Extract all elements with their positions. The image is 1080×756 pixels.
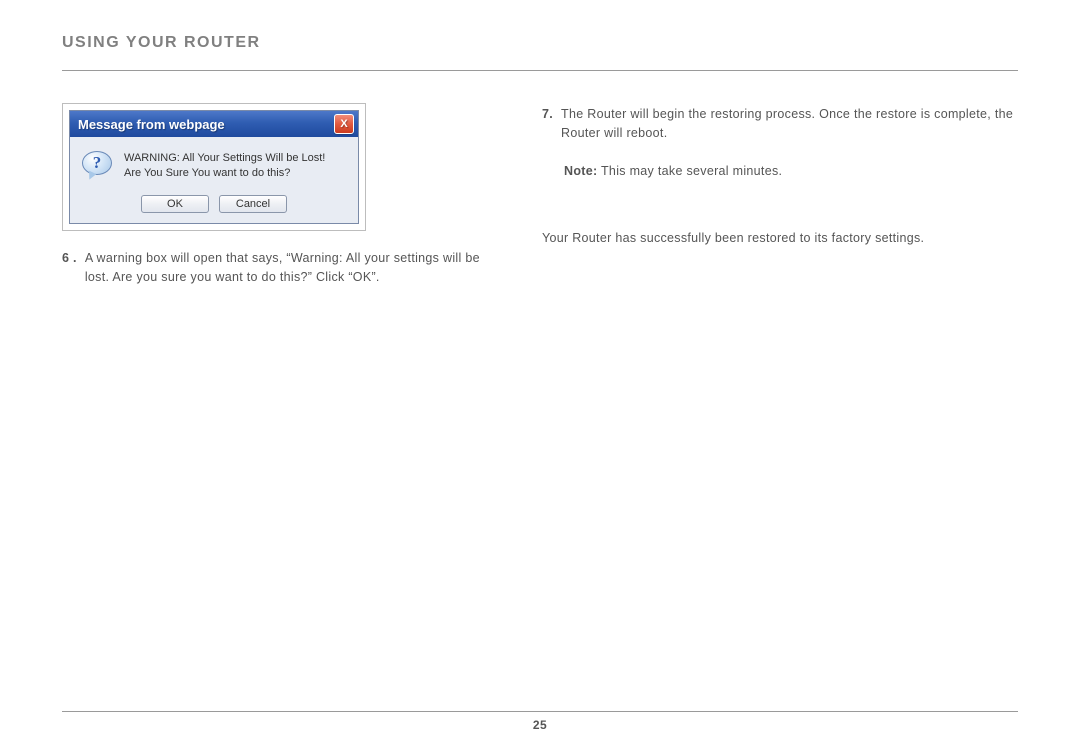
step-text: The Router will begin the restoring proc… (561, 105, 1030, 144)
close-button[interactable]: X (334, 114, 354, 134)
step-text: A warning box will open that says, “Warn… (85, 249, 502, 288)
step-6: 6 . A warning box will open that says, “… (62, 249, 502, 288)
final-message: Your Router has successfully been restor… (542, 229, 1030, 248)
close-icon: X (340, 119, 347, 130)
left-column: Message from webpage X ? WARNING: All Yo… (62, 103, 502, 288)
question-icon: ? (82, 151, 114, 183)
dialog-button-row: OK Cancel (70, 191, 358, 223)
dialog-body: ? WARNING: All Your Settings Will be Los… (70, 137, 358, 191)
dialog-message-line2: Are You Sure You want to do this? (124, 166, 325, 181)
note-line: Note: This may take several minutes. (564, 162, 1030, 181)
ok-button[interactable]: OK (141, 195, 209, 213)
footer-divider (62, 711, 1018, 712)
dialog-window: Message from webpage X ? WARNING: All Yo… (69, 110, 359, 224)
page-number: 25 (62, 718, 1018, 732)
right-column: 7. The Router will begin the restoring p… (542, 103, 1050, 288)
section-title: USING YOUR ROUTER (62, 34, 1018, 52)
dialog-message: WARNING: All Your Settings Will be Lost!… (124, 151, 325, 181)
dialog-title: Message from webpage (78, 117, 225, 132)
step-number: 6 . (62, 249, 77, 288)
content-area: Message from webpage X ? WARNING: All Yo… (0, 71, 1080, 288)
step-7: 7. The Router will begin the restoring p… (542, 103, 1030, 144)
dialog-titlebar: Message from webpage X (70, 111, 358, 137)
note-label: Note: (564, 164, 597, 178)
note-text: This may take several minutes. (597, 164, 782, 178)
page-header: USING YOUR ROUTER (0, 0, 1080, 60)
dialog-screenshot-frame: Message from webpage X ? WARNING: All Yo… (62, 103, 366, 231)
step-number: 7. (542, 105, 553, 144)
cancel-button[interactable]: Cancel (219, 195, 287, 213)
page-footer: 25 (62, 711, 1018, 732)
dialog-message-line1: WARNING: All Your Settings Will be Lost! (124, 151, 325, 166)
